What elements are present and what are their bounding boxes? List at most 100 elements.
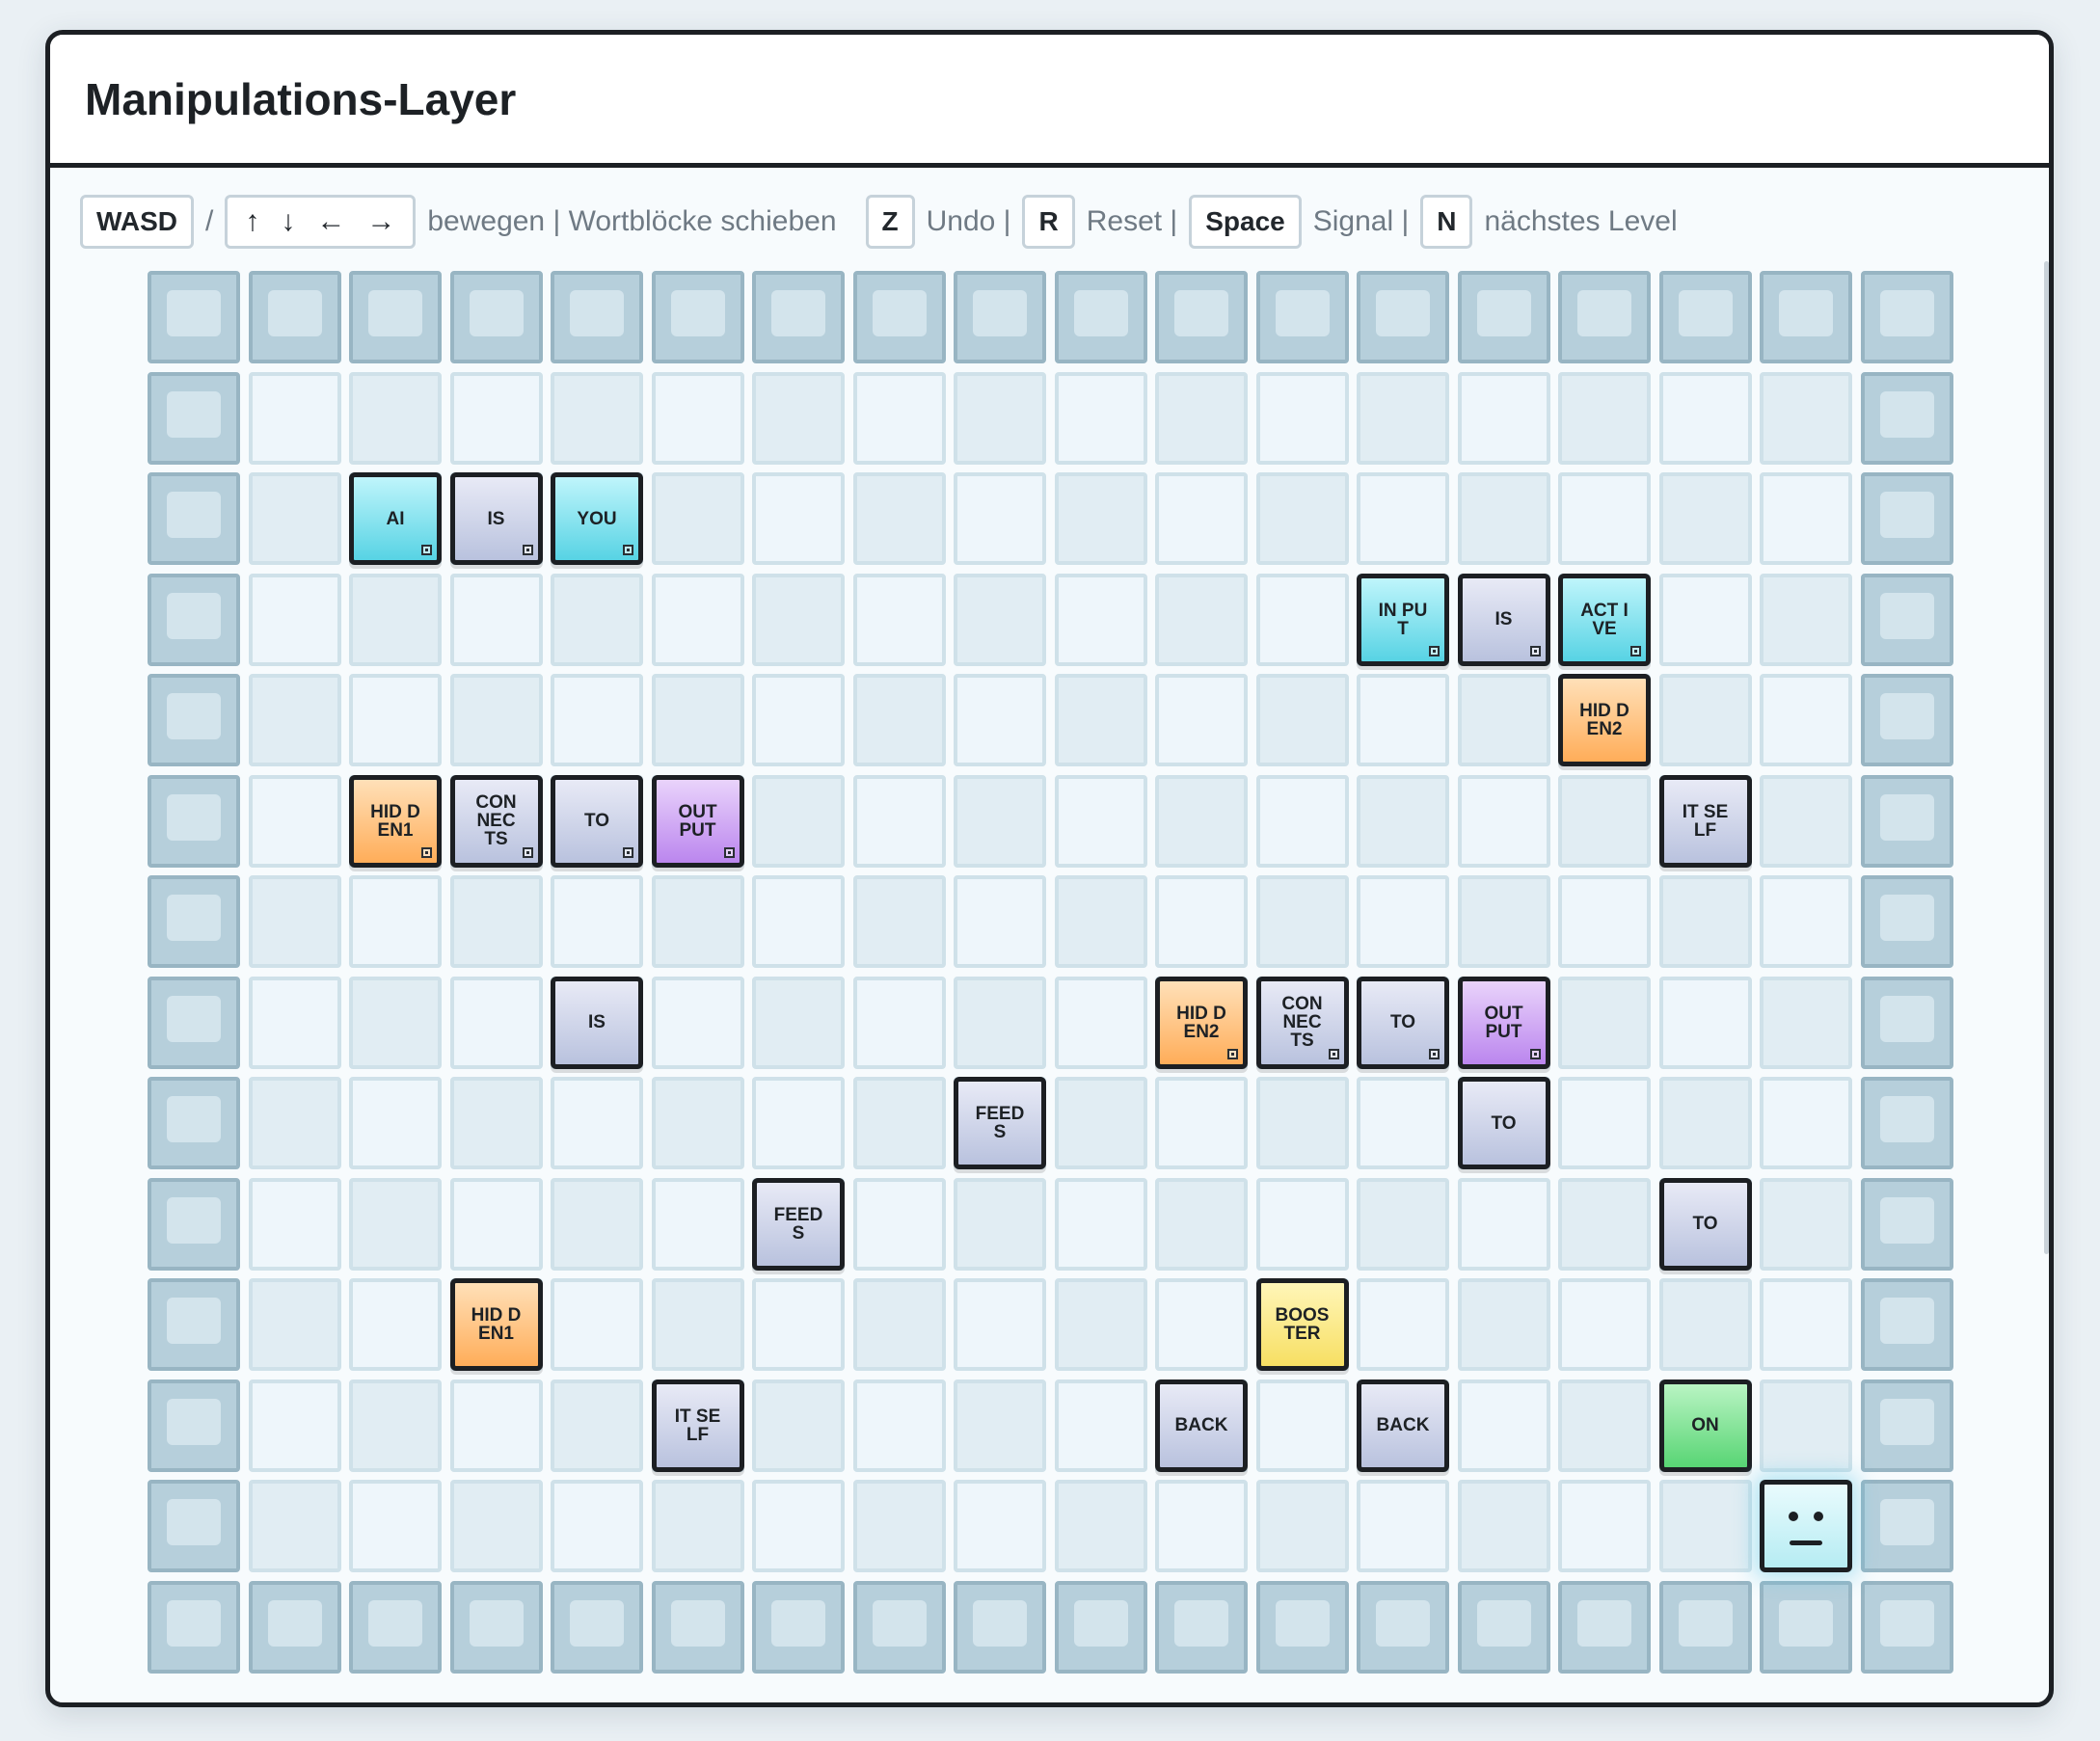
floor-tile <box>1357 875 1449 968</box>
wall-tile <box>1357 1580 1449 1674</box>
word-block[interactable]: HID DEN2 <box>1558 674 1651 766</box>
wall-tile <box>1760 271 1852 363</box>
key-next: N <box>1420 195 1473 249</box>
floor-tile <box>1054 1177 1147 1271</box>
word-block[interactable]: YOU <box>551 472 643 565</box>
floor-tile <box>1155 472 1248 565</box>
word-block[interactable]: IS <box>1457 573 1550 666</box>
floor-tile <box>1558 774 1651 868</box>
floor-tile <box>1760 774 1852 868</box>
floor-tile <box>349 573 442 666</box>
wall-tile <box>651 271 744 363</box>
level-title: Manipulations-Layer <box>85 73 517 124</box>
word-block[interactable]: CON NEC TS <box>1255 976 1349 1069</box>
floor-tile <box>1155 774 1248 868</box>
floor-tile <box>349 371 442 465</box>
word-block-label: TO <box>1491 1112 1517 1134</box>
floor-tile <box>1255 674 1349 766</box>
floor-tile <box>1457 875 1550 968</box>
move-hint: bewegen | Wortblöcke schieben <box>427 205 837 237</box>
floor-tile <box>1658 1077 1752 1169</box>
wall-tile <box>148 371 240 465</box>
floor-tile <box>1457 674 1550 766</box>
word-block[interactable]: FEEDS <box>954 1077 1046 1169</box>
word-block[interactable]: IN PUT <box>1357 573 1449 666</box>
word-block[interactable]: TO <box>1658 1177 1752 1271</box>
controls-slash: / <box>205 205 214 237</box>
floor-tile <box>248 1278 341 1371</box>
wall-tile <box>148 1177 240 1271</box>
arrow-left-icon: ← <box>316 205 346 237</box>
floor-tile <box>954 573 1046 666</box>
floor-tile <box>1457 472 1550 565</box>
wall-tile <box>954 1580 1046 1674</box>
wall-tile <box>1658 271 1752 363</box>
scrollbar[interactable] <box>2044 261 2049 1254</box>
floor-tile <box>1155 875 1248 968</box>
word-block[interactable]: ACT IVE <box>1558 573 1651 666</box>
word-block[interactable]: ON <box>1658 1379 1752 1472</box>
floor-tile <box>1558 472 1651 565</box>
word-block-label: TO <box>583 811 610 831</box>
player-avatar[interactable] <box>1760 1480 1852 1572</box>
lock-marker-icon <box>623 846 633 858</box>
floor-tile <box>1760 573 1852 666</box>
word-block[interactable]: HID DEN1 <box>449 1278 543 1371</box>
wall-tile <box>1457 1580 1550 1674</box>
word-block[interactable]: BOOS TER <box>1255 1278 1349 1371</box>
word-block[interactable]: IS <box>551 976 643 1069</box>
floor-tile <box>1357 371 1449 465</box>
floor-tile <box>1658 976 1752 1069</box>
word-block[interactable]: CON NEC TS <box>449 774 543 868</box>
word-block[interactable]: TO <box>551 774 643 868</box>
floor-tile <box>248 875 341 968</box>
floor-tile <box>1054 472 1147 565</box>
floor-tile <box>551 1480 643 1572</box>
word-block[interactable]: HID DEN1 <box>349 774 442 868</box>
floor-tile <box>248 371 341 465</box>
floor-tile <box>954 472 1046 565</box>
word-block-label: IS <box>588 1012 606 1032</box>
word-block[interactable]: TO <box>1457 1077 1550 1169</box>
arrow-right-icon: → <box>366 205 396 237</box>
floor-tile <box>349 674 442 766</box>
floor-tile <box>752 1480 845 1572</box>
word-block[interactable]: OUT PUT <box>651 774 744 868</box>
next-label: nächstes Level <box>1484 205 1678 237</box>
wall-tile <box>954 271 1046 363</box>
lock-marker-icon <box>421 545 432 555</box>
word-block-label: BACK <box>1174 1415 1228 1435</box>
word-block[interactable]: TO <box>1357 976 1449 1069</box>
wall-tile <box>1255 1580 1349 1674</box>
word-block[interactable]: OUT PUT <box>1457 976 1550 1069</box>
word-block[interactable]: IT SELF <box>651 1379 744 1472</box>
floor-tile <box>248 674 341 766</box>
word-block[interactable]: HID DEN2 <box>1155 976 1248 1069</box>
floor-tile <box>1658 1480 1752 1572</box>
floor-tile <box>1457 1177 1550 1271</box>
lock-marker-icon <box>623 545 633 555</box>
floor-tile <box>651 371 744 465</box>
wall-tile <box>1054 271 1147 363</box>
floor-tile <box>1760 976 1852 1069</box>
word-block[interactable]: IT SELF <box>1658 774 1752 868</box>
word-block[interactable]: AI <box>349 472 442 565</box>
floor-tile <box>449 1177 543 1271</box>
word-block-label: ON <box>1691 1415 1719 1435</box>
wall-tile <box>148 674 240 766</box>
floor-tile <box>1457 1278 1550 1371</box>
wall-tile <box>148 472 240 565</box>
floor-tile <box>954 875 1046 968</box>
floor-tile <box>852 1278 946 1371</box>
panel-header: Manipulations-Layer <box>50 35 2049 168</box>
word-block[interactable]: FEEDS <box>752 1177 845 1271</box>
word-block[interactable]: IS <box>449 472 543 565</box>
floor-tile <box>752 976 845 1069</box>
wall-tile <box>1255 271 1349 363</box>
word-block[interactable]: BACK <box>1357 1379 1449 1472</box>
word-block[interactable]: BACK <box>1155 1379 1248 1472</box>
floor-tile <box>852 371 946 465</box>
floor-tile <box>1558 1480 1651 1572</box>
floor-tile <box>1357 1177 1449 1271</box>
floor-tile <box>1658 674 1752 766</box>
